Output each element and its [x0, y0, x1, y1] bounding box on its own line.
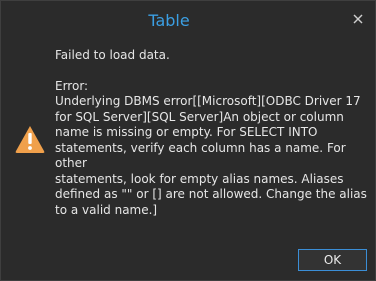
error-line: for SQL Server][SQL Server]An object or …	[55, 109, 344, 124]
error-line: statements, look for empty alias names. …	[55, 171, 344, 186]
error-line: to a valid name.]	[55, 202, 158, 217]
error-heading: Error:	[55, 78, 89, 93]
error-line: Underlying DBMS error[[Microsoft][ODBC D…	[55, 94, 361, 108]
error-line: statements, verify each column has a nam…	[55, 140, 346, 171]
dialog-title: Table	[148, 11, 190, 30]
error-dialog: Table Failed to load data. Error: Underl…	[0, 0, 376, 281]
ok-button[interactable]: OK	[298, 249, 367, 271]
message-intro: Failed to load data.	[55, 48, 170, 62]
error-line: name is missing or empty. For SELECT INT…	[55, 125, 318, 139]
message-area: Failed to load data. Error: Underlying D…	[55, 48, 369, 218]
warning-triangle-icon	[14, 124, 46, 154]
close-icon[interactable]	[351, 12, 365, 26]
error-line: defined as "" or [] are not allowed. Cha…	[55, 187, 367, 201]
